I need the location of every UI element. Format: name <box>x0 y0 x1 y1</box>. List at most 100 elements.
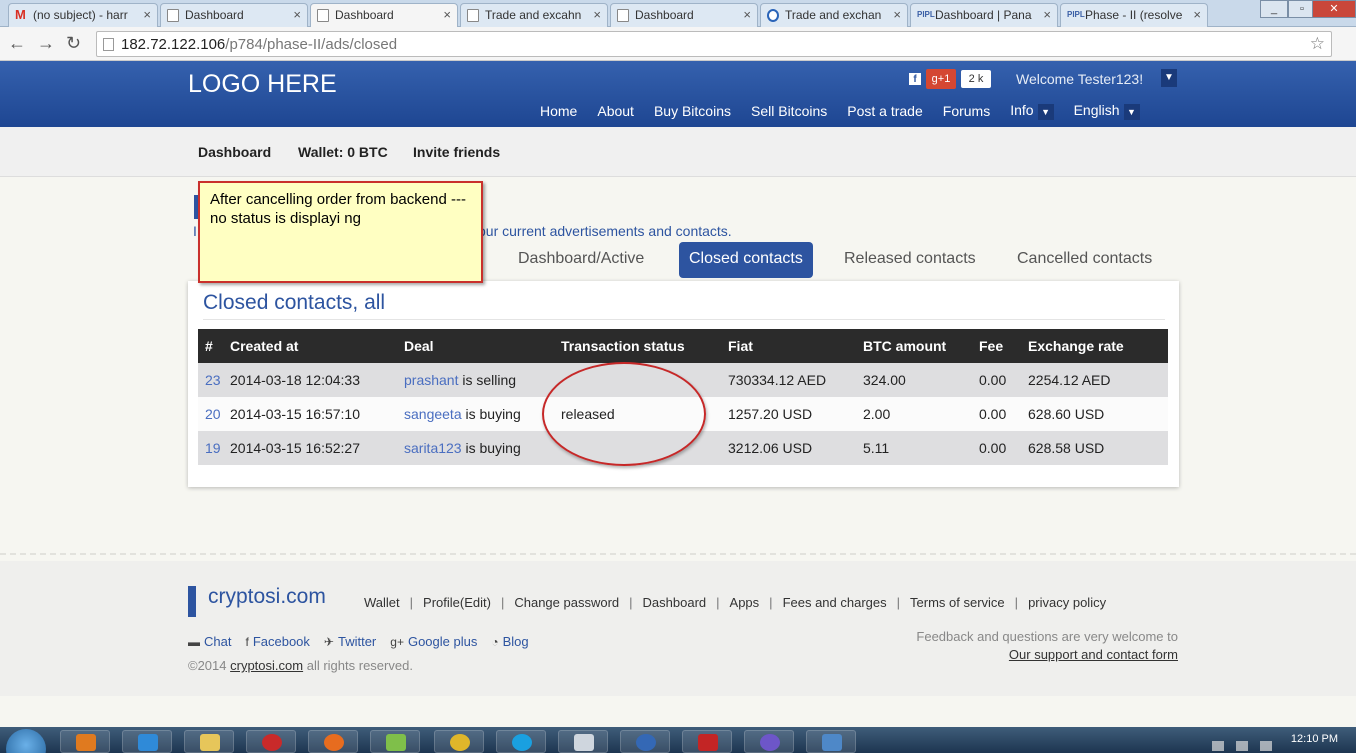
reload-icon[interactable]: ↻ <box>66 33 81 54</box>
bookmark-star-icon[interactable]: ☆ <box>1310 34 1325 54</box>
tray-network-icon[interactable] <box>1236 741 1248 751</box>
close-icon[interactable]: × <box>593 7 601 22</box>
facebook-icon[interactable]: f <box>909 73 921 85</box>
tab-dashboard-active[interactable]: Dashboard/Active <box>508 242 654 278</box>
tab-released-contacts[interactable]: Released contacts <box>834 242 986 278</box>
close-window-button[interactable]: ✕ <box>1312 0 1356 18</box>
tab-cancelled-contacts[interactable]: Cancelled contacts <box>1007 242 1162 278</box>
browser-tab[interactable]: PIPL Phase - II (resolve × <box>1060 3 1208 27</box>
taskbar-explorer[interactable] <box>184 730 234 753</box>
blog-icon: ◔ <box>491 635 499 649</box>
welcome-user[interactable]: Welcome Tester123! <box>1016 71 1143 87</box>
start-button[interactable] <box>6 729 46 753</box>
browser-tab[interactable]: Trade and exchan × <box>760 3 908 27</box>
tab-closed-contacts[interactable]: Closed contacts <box>679 242 813 278</box>
footer-google-plus-link[interactable]: g+ Google plus <box>390 634 477 649</box>
user-link[interactable]: sarita123 <box>404 440 462 456</box>
support-contact-link[interactable]: Our support and contact form <box>1009 647 1178 662</box>
fee-cell: 0.00 <box>979 397 1028 431</box>
footer-link-profile[interactable]: Profile(Edit) <box>423 595 491 610</box>
close-icon[interactable]: × <box>443 7 451 22</box>
browser-tab[interactable]: Dashboard × <box>160 3 308 27</box>
nav-post-trade[interactable]: Post a trade <box>847 103 923 119</box>
created-at-cell: 2014-03-18 12:04:33 <box>230 363 404 397</box>
footer-link-fees[interactable]: Fees and charges <box>783 595 887 610</box>
footer-blog-link[interactable]: ◔ Blog <box>491 634 528 649</box>
nav-forums[interactable]: Forums <box>943 103 990 119</box>
browser-tab[interactable]: M (no subject) - harr × <box>8 3 158 27</box>
footer-divider <box>0 553 1356 561</box>
taskbar-chrome[interactable] <box>434 730 484 753</box>
chevron-down-icon[interactable]: ▼ <box>1161 69 1177 87</box>
footer-link-wallet[interactable]: Wallet <box>364 595 400 610</box>
nav-home[interactable]: Home <box>540 103 577 119</box>
taskbar-opera[interactable] <box>246 730 296 753</box>
footer-link-apps[interactable]: Apps <box>730 595 760 610</box>
site-logo[interactable]: LOGO HERE <box>188 70 337 99</box>
subnav-invite-friends[interactable]: Invite friends <box>413 144 500 160</box>
btc-amount-cell: 324.00 <box>863 363 979 397</box>
footer-link-privacy[interactable]: privacy policy <box>1028 595 1106 610</box>
fiat-cell: 1257.20 USD <box>728 397 863 431</box>
taskbar-app[interactable] <box>744 730 794 753</box>
deal-action: is buying <box>465 440 521 456</box>
tray-volume-icon[interactable] <box>1260 741 1272 751</box>
close-icon[interactable]: × <box>743 7 751 22</box>
forward-arrow-icon[interactable]: → <box>37 33 55 54</box>
contact-id-link[interactable]: 19 <box>205 440 221 456</box>
contact-id-link[interactable]: 23 <box>205 372 221 388</box>
back-arrow-icon[interactable]: ← <box>8 33 26 54</box>
nav-buy-bitcoins[interactable]: Buy Bitcoins <box>654 103 731 119</box>
nav-info[interactable]: Info ▼ <box>1010 102 1054 120</box>
url-field[interactable]: 182.72.122.106/p784/phase-II/ads/closed … <box>96 31 1332 57</box>
copyright-link[interactable]: cryptosi.com <box>230 658 303 673</box>
copyright: ©2014 cryptosi.com all rights reserved. <box>188 658 413 673</box>
nav-info-label: Info <box>1010 102 1034 118</box>
column-header: Exchange rate <box>1028 329 1168 363</box>
footer-facebook-link[interactable]: f Facebook <box>245 634 309 649</box>
taskbar-firefox[interactable] <box>308 730 358 753</box>
site-header: LOGO HERE f g+1 2 k Welcome Tester123! ▼… <box>0 61 1356 127</box>
contact-id-link[interactable]: 20 <box>205 406 221 422</box>
close-icon[interactable]: × <box>1193 7 1201 22</box>
close-icon[interactable]: × <box>143 7 151 22</box>
google-plus-button[interactable]: g+1 <box>926 69 956 89</box>
footer-twitter-link[interactable]: ✈ Twitter <box>324 634 376 649</box>
taskbar-app[interactable] <box>806 730 856 753</box>
browser-tab[interactable]: Trade and excahn × <box>460 3 608 27</box>
user-link[interactable]: sangeeta <box>404 406 462 422</box>
intro-letter: I <box>193 223 197 239</box>
close-icon[interactable]: × <box>293 7 301 22</box>
footer-link-dashboard[interactable]: Dashboard <box>643 595 707 610</box>
nav-about[interactable]: About <box>597 103 634 119</box>
column-header: Fee <box>979 329 1028 363</box>
minimize-button[interactable]: _ <box>1260 0 1288 18</box>
footer-link-change-password[interactable]: Change password <box>514 595 619 610</box>
subnav-dashboard[interactable]: Dashboard <box>198 144 271 160</box>
divider <box>203 319 1165 320</box>
footer-link-terms[interactable]: Terms of service <box>910 595 1005 610</box>
footer-brand[interactable]: cryptosi.com <box>208 585 326 609</box>
browser-tab[interactable]: Dashboard × <box>610 3 758 27</box>
taskbar-ie[interactable] <box>122 730 172 753</box>
taskbar-skype[interactable] <box>496 730 546 753</box>
taskbar-app[interactable] <box>558 730 608 753</box>
browser-tab-active[interactable]: Dashboard × <box>310 3 458 28</box>
close-icon[interactable]: × <box>893 7 901 22</box>
subnav-wallet[interactable]: Wallet: 0 BTC <box>298 144 388 160</box>
app-icon <box>386 734 406 751</box>
taskbar-app[interactable] <box>370 730 420 753</box>
close-icon[interactable]: × <box>1043 7 1051 22</box>
taskbar-media-player[interactable] <box>60 730 110 753</box>
taskbar-acrobat[interactable] <box>682 730 732 753</box>
user-link[interactable]: prashant <box>404 372 458 388</box>
skype-icon <box>512 734 532 751</box>
taskbar-clock[interactable]: 12:10 PM <box>1291 733 1338 745</box>
nav-sell-bitcoins[interactable]: Sell Bitcoins <box>751 103 827 119</box>
footer-chat-link[interactable]: ▬ Chat <box>188 634 231 649</box>
tray-flag-icon[interactable] <box>1212 741 1224 751</box>
taskbar-thunderbird[interactable] <box>620 730 670 753</box>
browser-tab[interactable]: PIPL Dashboard | Pana × <box>910 3 1058 27</box>
nav-language[interactable]: English ▼ <box>1074 102 1140 120</box>
fiat-cell: 3212.06 USD <box>728 431 863 465</box>
